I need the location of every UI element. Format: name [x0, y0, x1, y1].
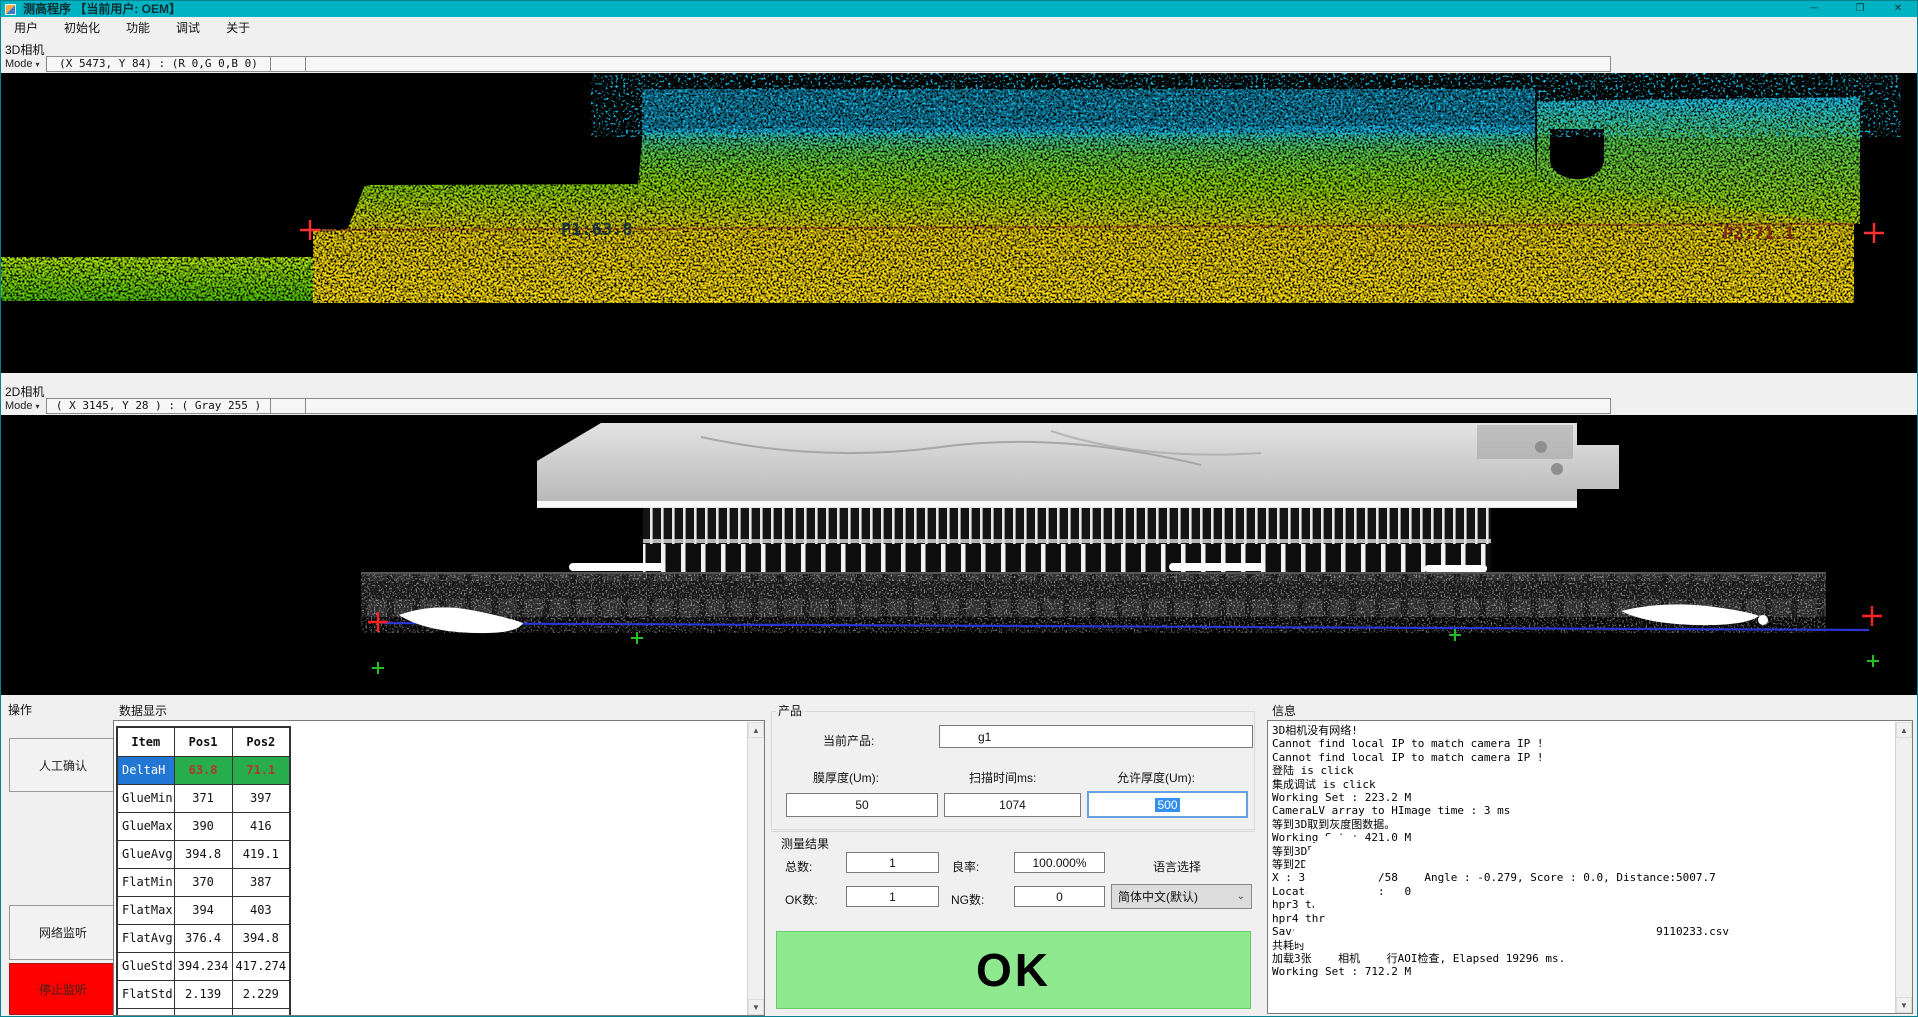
allowed-thickness-input[interactable]: 500	[1087, 791, 1248, 818]
log-line: Cannot find local IP to match camera IP …	[1272, 751, 1872, 764]
redaction-blob	[1327, 904, 1614, 921]
log-line: Cannot find local IP to match camera IP …	[1272, 737, 1872, 750]
minimize-button[interactable]: ─	[1799, 1, 1829, 17]
menu-item[interactable]: 功能	[113, 17, 163, 39]
data-display-list: Item Pos1 Pos2 DeltaH 63.8 71.1 GlueMin	[113, 720, 765, 1016]
language-select-label: 语言选择	[1153, 858, 1201, 875]
current-product-input[interactable]	[939, 725, 1253, 748]
p2-label: P2:71.1	[1723, 224, 1795, 244]
selected-text: 500	[1155, 798, 1179, 812]
total-input[interactable]	[846, 852, 939, 873]
data-display-label: 数据显示	[117, 702, 169, 719]
results-label: 测量结果	[779, 835, 831, 852]
ok-count-input[interactable]	[846, 886, 939, 907]
total-label: 总数:	[785, 858, 812, 875]
p1-label: P1:63.8	[561, 220, 633, 240]
camera2d-modebar: Mode▾ ( X 3145, Y 28 ) : ( Gray 255 )	[1, 398, 1918, 415]
ng-count-input[interactable]	[1014, 886, 1105, 907]
table-row[interactable]: FlatAvg 376.4 394.8	[117, 924, 290, 952]
camera2d-viewport[interactable]	[1, 415, 1918, 695]
ok-count-label: OK数:	[785, 891, 818, 908]
menu-item[interactable]: 调试	[163, 17, 213, 39]
camera2d-mode-button[interactable]: Mode▾	[5, 398, 40, 414]
table-row[interactable]: FlatMax 394 403	[117, 896, 290, 924]
menubar: 用户初始化功能调试关于	[1, 17, 1918, 39]
camera2d-cursor-status: ( X 3145, Y 28 ) : ( Gray 255 )	[46, 398, 271, 414]
log-line: 登陆 is click	[1272, 764, 1872, 777]
result-status-panel: OK	[776, 931, 1251, 1009]
redaction-blob	[1305, 835, 1375, 915]
height-map-3d: P1:63.8 P2:71.1	[1, 73, 1918, 373]
log-line: Working Set : 223.2 M	[1272, 791, 1872, 804]
measurement-table: Item Pos1 Pos2 DeltaH 63.8 71.1 GlueMin	[116, 726, 291, 1016]
network-listen-button[interactable]: 网络监听	[9, 905, 117, 960]
film-thickness-label: 膜厚度(Um):	[813, 769, 879, 786]
maximize-button[interactable]: ❐	[1845, 1, 1875, 17]
table-row[interactable]: GlueMax 390 416	[117, 812, 290, 840]
column-header-item[interactable]: Item	[117, 727, 174, 756]
menu-item[interactable]: 用户	[1, 17, 51, 39]
close-button[interactable]: ✕	[1883, 1, 1913, 17]
scroll-down-icon[interactable]: ▼	[1896, 997, 1912, 1013]
log-line: 集成调试 is click	[1272, 778, 1872, 791]
camera3d-status-cell-2	[270, 56, 306, 72]
app-window: 测高程序 【当前用户: OEM】 ─ ❐ ✕ 用户初始化功能调试关于 3D相机 …	[0, 0, 1918, 1017]
scroll-up-icon[interactable]: ▲	[1896, 722, 1912, 738]
product-label: 产品	[776, 702, 804, 719]
table-row[interactable]: GlueAvg 394.8 419.1	[117, 840, 290, 868]
camera2d-status-cell-3	[305, 398, 1611, 414]
camera3d-status-cell-3	[305, 56, 1611, 72]
column-header-pos1[interactable]: Pos1	[174, 727, 232, 756]
camera3d-viewport[interactable]: P1:63.8 P2:71.1	[1, 73, 1918, 373]
ng-count-label: NG数:	[951, 891, 984, 908]
log-line: 等到3D取到灰度图数据。	[1272, 818, 1872, 831]
yield-input[interactable]	[1014, 852, 1105, 873]
film-thickness-input[interactable]	[786, 793, 938, 817]
chevron-down-icon: ▾	[36, 402, 40, 411]
camera3d-cursor-status: (X 5473, Y 84) : (R 0,G 0,B 0)	[46, 56, 271, 72]
log-line: Working Set : 712.2 M	[1272, 965, 1872, 978]
yield-label: 良率:	[952, 858, 979, 875]
menu-item[interactable]: 初始化	[51, 17, 113, 39]
data-list-scrollbar[interactable]: ▲ ▼	[747, 722, 764, 1015]
operations-label: 操作	[6, 701, 34, 718]
scroll-up-icon[interactable]: ▲	[748, 722, 764, 738]
chevron-down-icon: ⌄	[1237, 891, 1245, 902]
titlebar: 测高程序 【当前用户: OEM】 ─ ❐ ✕	[1, 1, 1918, 17]
log-line: 3D相机没有网络!	[1272, 724, 1872, 737]
table-row[interactable]: FlatMin 370 387	[117, 868, 290, 896]
log-line: CameraLV array to HImage time : 3 ms	[1272, 804, 1872, 817]
window-title: 测高程序 【当前用户: OEM】	[23, 1, 181, 17]
camera3d-modebar: Mode▾ (X 5473, Y 84) : (R 0,G 0,B 0)	[1, 56, 1918, 73]
manual-confirm-button[interactable]: 人工确认	[9, 738, 117, 792]
table-row[interactable]: FlatStd 2.139 2.229	[117, 980, 290, 1008]
allowed-thickness-label: 允许厚度(Um):	[1117, 769, 1195, 786]
language-dropdown[interactable]: 简体中文(默认) ⌄	[1111, 884, 1252, 909]
camera2d-status-cell-2	[270, 398, 306, 414]
app-icon	[5, 4, 16, 15]
scan-time-label: 扫描时间ms:	[969, 769, 1036, 786]
info-log-scrollbar[interactable]: ▲ ▼	[1895, 722, 1912, 1013]
menu-item[interactable]: 关于	[213, 17, 263, 39]
gray-image-2d	[1, 415, 1918, 695]
column-header-pos2[interactable]: Pos2	[232, 727, 290, 756]
log-line: 加载3张 相机 行AOI检查, Elapsed 19296 ms.	[1272, 952, 1872, 965]
info-log[interactable]: 3D相机没有网络!Cannot find local IP to match c…	[1267, 720, 1913, 1014]
table-row[interactable]: X 2583.5 7966.7	[117, 1008, 290, 1016]
table-header-row: Item Pos1 Pos2	[117, 727, 290, 756]
table-row[interactable]: GlueStd 394.234 417.274	[117, 952, 290, 980]
camera3d-mode-button[interactable]: Mode▾	[5, 56, 40, 72]
redaction-blob	[1292, 927, 1368, 943]
current-product-label: 当前产品:	[823, 732, 874, 749]
table-row[interactable]: GlueMin 371 397	[117, 784, 290, 812]
table-row[interactable]: DeltaH 63.8 71.1	[117, 756, 290, 784]
scroll-down-icon[interactable]: ▼	[748, 999, 764, 1015]
stop-listen-button[interactable]: 停止监听	[9, 963, 117, 1015]
chevron-down-icon: ▾	[36, 60, 40, 69]
info-label: 信息	[1270, 702, 1298, 719]
scan-time-input[interactable]	[944, 793, 1081, 817]
